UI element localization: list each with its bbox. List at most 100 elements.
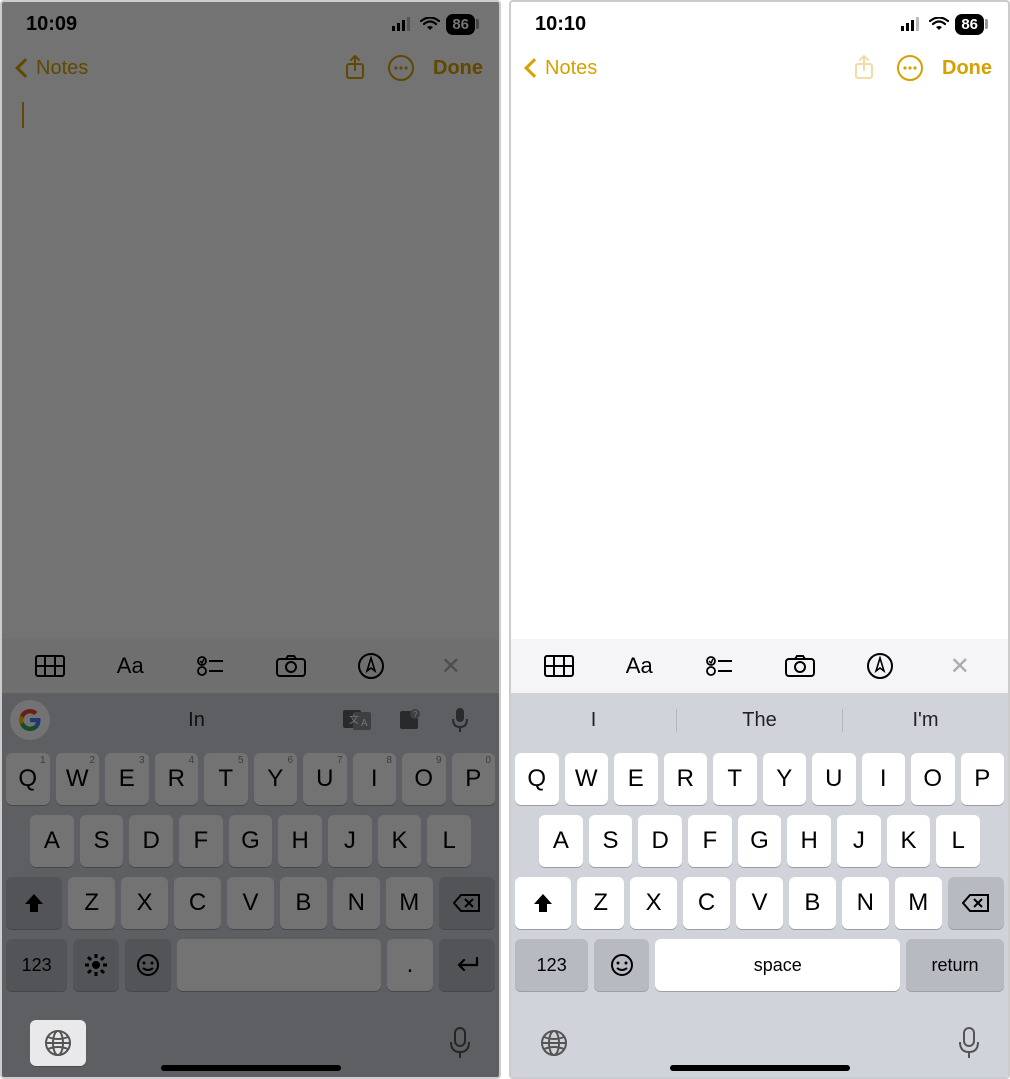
text-format-icon[interactable]: Aa: [621, 648, 657, 684]
key-t[interactable]: T5: [204, 753, 248, 805]
space-key[interactable]: space: [655, 939, 900, 991]
key-r[interactable]: R: [664, 753, 708, 805]
dictation-key[interactable]: [958, 1027, 980, 1059]
key-h[interactable]: H: [787, 815, 831, 867]
period-key[interactable]: .: [387, 939, 433, 991]
dictation-key[interactable]: [449, 1027, 471, 1059]
key-d[interactable]: D: [638, 815, 682, 867]
clipboard-icon[interactable]: ?: [397, 708, 447, 732]
text-format-icon[interactable]: Aa: [112, 648, 148, 684]
key-l[interactable]: L: [936, 815, 980, 867]
key-n[interactable]: N: [333, 877, 380, 929]
return-key[interactable]: return: [906, 939, 1004, 991]
mic-icon[interactable]: [451, 707, 491, 733]
key-k[interactable]: K: [378, 815, 422, 867]
key-f[interactable]: F: [179, 815, 223, 867]
key-q[interactable]: Q1: [6, 753, 50, 805]
key-p[interactable]: P0: [452, 753, 496, 805]
table-icon[interactable]: [32, 648, 68, 684]
emoji-key[interactable]: [125, 939, 171, 991]
key-d[interactable]: D: [129, 815, 173, 867]
numbers-key[interactable]: 123: [515, 939, 588, 991]
key-e[interactable]: E3: [105, 753, 149, 805]
key-a[interactable]: A: [539, 815, 583, 867]
key-y[interactable]: Y: [763, 753, 807, 805]
key-v[interactable]: V: [227, 877, 274, 929]
key-m[interactable]: M: [895, 877, 942, 929]
share-icon[interactable]: [850, 54, 878, 82]
key-i[interactable]: I8: [353, 753, 397, 805]
key-c[interactable]: C: [174, 877, 221, 929]
suggestion-2[interactable]: The: [676, 709, 842, 732]
checklist-icon[interactable]: [192, 648, 228, 684]
markup-icon[interactable]: [862, 648, 898, 684]
key-n[interactable]: N: [842, 877, 889, 929]
suggestion-1[interactable]: In: [54, 709, 339, 732]
translate-icon[interactable]: 文A: [343, 708, 393, 732]
done-button[interactable]: Done: [433, 57, 483, 80]
key-o[interactable]: O: [911, 753, 955, 805]
key-f[interactable]: F: [688, 815, 732, 867]
key-j[interactable]: J: [328, 815, 372, 867]
key-l[interactable]: L: [427, 815, 471, 867]
note-body[interactable]: [2, 90, 499, 639]
delete-key[interactable]: [948, 877, 1004, 929]
key-b[interactable]: B: [280, 877, 327, 929]
key-s[interactable]: S: [589, 815, 633, 867]
more-icon[interactable]: [387, 54, 415, 82]
globe-key[interactable]: [30, 1020, 86, 1066]
done-button[interactable]: Done: [942, 57, 992, 80]
key-g[interactable]: G: [229, 815, 273, 867]
key-c[interactable]: C: [683, 877, 730, 929]
key-a[interactable]: A: [30, 815, 74, 867]
close-icon[interactable]: ✕: [942, 648, 978, 684]
shift-key[interactable]: [515, 877, 571, 929]
camera-icon[interactable]: [273, 648, 309, 684]
key-z[interactable]: Z: [577, 877, 624, 929]
back-button[interactable]: Notes: [18, 57, 88, 80]
key-z[interactable]: Z: [68, 877, 115, 929]
key-t[interactable]: T: [713, 753, 757, 805]
key-e[interactable]: E: [614, 753, 658, 805]
key-u[interactable]: U: [812, 753, 856, 805]
camera-icon[interactable]: [782, 648, 818, 684]
key-w[interactable]: W: [565, 753, 609, 805]
emoji-key[interactable]: [594, 939, 649, 991]
key-w[interactable]: W2: [56, 753, 100, 805]
return-key[interactable]: [439, 939, 495, 991]
more-icon[interactable]: [896, 54, 924, 82]
space-key[interactable]: [177, 939, 381, 991]
key-j[interactable]: J: [837, 815, 881, 867]
key-q[interactable]: Q: [515, 753, 559, 805]
markup-icon[interactable]: [353, 648, 389, 684]
key-k[interactable]: K: [887, 815, 931, 867]
share-icon[interactable]: [341, 54, 369, 82]
key-m[interactable]: M: [386, 877, 433, 929]
numbers-key[interactable]: 123: [6, 939, 67, 991]
delete-key[interactable]: [439, 877, 495, 929]
back-button[interactable]: Notes: [527, 57, 597, 80]
note-body[interactable]: [511, 90, 1008, 639]
google-icon[interactable]: [10, 700, 50, 740]
key-g[interactable]: G: [738, 815, 782, 867]
key-v[interactable]: V: [736, 877, 783, 929]
close-icon[interactable]: ✕: [433, 648, 469, 684]
key-b[interactable]: B: [789, 877, 836, 929]
key-u[interactable]: U7: [303, 753, 347, 805]
suggestion-1[interactable]: I: [511, 709, 676, 732]
key-s[interactable]: S: [80, 815, 124, 867]
key-h[interactable]: H: [278, 815, 322, 867]
key-x[interactable]: X: [630, 877, 677, 929]
shift-key[interactable]: [6, 877, 62, 929]
globe-key[interactable]: [539, 1028, 569, 1058]
settings-key[interactable]: [73, 939, 119, 991]
key-i[interactable]: I: [862, 753, 906, 805]
key-y[interactable]: Y6: [254, 753, 298, 805]
table-icon[interactable]: [541, 648, 577, 684]
key-x[interactable]: X: [121, 877, 168, 929]
suggestion-3[interactable]: I'm: [842, 709, 1008, 732]
checklist-icon[interactable]: [701, 648, 737, 684]
key-o[interactable]: O9: [402, 753, 446, 805]
key-p[interactable]: P: [961, 753, 1005, 805]
key-r[interactable]: R4: [155, 753, 199, 805]
